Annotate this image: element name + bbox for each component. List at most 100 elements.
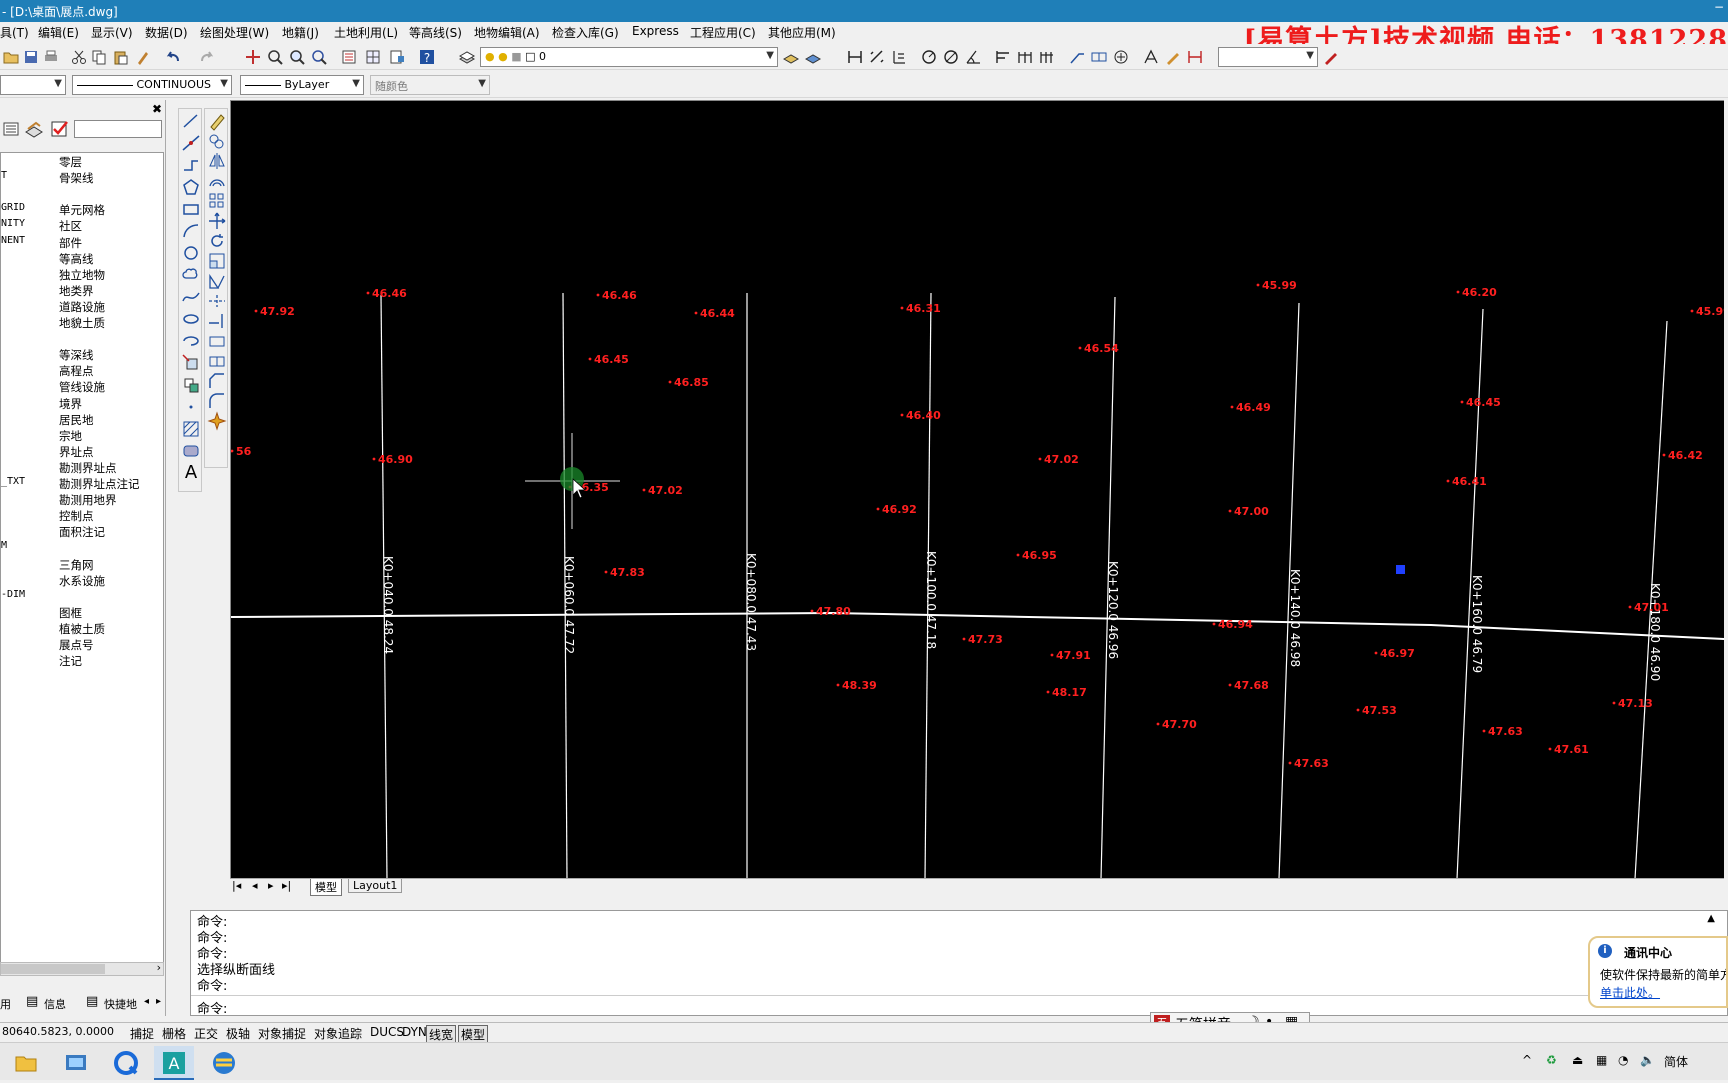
undo-icon[interactable]: [164, 48, 182, 66]
chevron-up-icon[interactable]: ^: [1522, 1053, 1532, 1067]
elevation-point[interactable]: 45.99: [1262, 279, 1297, 292]
layer-row[interactable]: 等高线: [1, 250, 163, 266]
dim-edit-icon[interactable]: [1142, 48, 1160, 66]
elevation-point[interactable]: 46.95: [1022, 549, 1057, 562]
extend-icon[interactable]: [207, 311, 227, 331]
notification-balloon[interactable]: i 通讯中心 使软件保持最新的简单方 单击此处。: [1588, 936, 1728, 1008]
layer-row[interactable]: NITY 社区: [1, 217, 163, 233]
layer-row[interactable]: 独立地物: [1, 266, 163, 282]
chevron-right-icon[interactable]: ›: [157, 961, 161, 974]
elevation-point[interactable]: 47.83: [610, 566, 645, 579]
stretch-icon[interactable]: [207, 271, 227, 291]
elevation-point[interactable]: 46.90: [378, 453, 413, 466]
tab-shortcut[interactable]: 快捷地: [104, 996, 137, 1012]
insert-block-icon[interactable]: [181, 353, 201, 373]
ime-language-indicator[interactable]: 简体: [1664, 1053, 1688, 1070]
layer-row[interactable]: 面积注记: [1, 523, 163, 539]
layer-row[interactable]: NENT 部件: [1, 234, 163, 250]
array-icon[interactable]: [207, 191, 227, 211]
recycle-icon[interactable]: ♻: [1546, 1053, 1557, 1067]
elevation-point[interactable]: 45.99: [1696, 305, 1724, 318]
elevation-point[interactable]: 46.31: [906, 302, 941, 315]
layer-row[interactable]: 图框: [1, 604, 163, 620]
app-icon[interactable]: [204, 1046, 244, 1080]
layer-row[interactable]: 展点号: [1, 636, 163, 652]
layer-row[interactable]: 居民地: [1, 411, 163, 427]
drawing-canvas[interactable]: K0+040.0 48.24 K0+060.0 47.72 K0+080.0 4…: [230, 100, 1724, 878]
zoom-previous-icon[interactable]: [310, 48, 328, 66]
grid-toggle[interactable]: 栅格: [160, 1025, 188, 1042]
layer-row[interactable]: 水系设施: [1, 572, 163, 588]
elevation-point[interactable]: 46.92: [882, 503, 917, 516]
dim-angular-icon[interactable]: [964, 48, 982, 66]
polar-toggle[interactable]: 极轴: [224, 1025, 252, 1042]
offset-icon[interactable]: [207, 171, 227, 191]
menu-tools[interactable]: 具(T): [0, 24, 29, 41]
browser-icon[interactable]: [106, 1046, 146, 1080]
chevron-down-icon[interactable]: ▼: [352, 78, 360, 89]
layer-row[interactable]: M: [1, 539, 163, 555]
scale-icon[interactable]: [207, 251, 227, 271]
layer-dropdown[interactable]: ● ● ■ □ 0 ▼: [480, 47, 778, 67]
ellipse-arc-icon[interactable]: [181, 331, 201, 351]
close-icon[interactable]: ✖: [152, 102, 162, 116]
elevation-point[interactable]: 48.39: [842, 679, 877, 692]
menu-check[interactable]: 检查入库(G): [552, 24, 619, 41]
elevation-point[interactable]: 46.97: [1380, 647, 1415, 660]
dim-ordinate-icon[interactable]: [890, 48, 908, 66]
elevation-point[interactable]: 56: [236, 445, 252, 458]
dim-linear-icon[interactable]: [846, 48, 864, 66]
dim-baseline-icon[interactable]: [994, 48, 1012, 66]
volume-icon[interactable]: 🔈: [1640, 1053, 1655, 1067]
last-tab-icon[interactable]: ▸|: [282, 879, 291, 892]
chevron-right-icon[interactable]: ▸: [156, 996, 161, 1007]
chevron-up-icon[interactable]: ▲: [1707, 913, 1715, 924]
elevation-point[interactable]: 46.46: [372, 287, 407, 300]
layer-row[interactable]: GRID 单元网格: [1, 201, 163, 217]
mirror-icon[interactable]: [207, 151, 227, 171]
layer-row[interactable]: _TXT 勘测界址点注记: [1, 475, 163, 491]
linetype-dropdown[interactable]: CONTINUOUS ▼: [72, 75, 232, 95]
dim-style-icon[interactable]: [1322, 48, 1340, 66]
elevation-point[interactable]: 47.63: [1488, 725, 1523, 738]
layer-row[interactable]: 界址点: [1, 443, 163, 459]
circle-icon[interactable]: [181, 243, 201, 263]
elevation-point[interactable]: 47.73: [968, 633, 1003, 646]
menu-cadastre[interactable]: 地籍(J): [282, 24, 319, 41]
leader-icon[interactable]: [1068, 48, 1086, 66]
elevation-point[interactable]: 47.91: [1056, 649, 1091, 662]
layer-row[interactable]: 三角网: [1, 556, 163, 572]
rotate-icon[interactable]: [207, 231, 227, 251]
ortho-toggle[interactable]: 正交: [192, 1025, 220, 1042]
elevation-point[interactable]: 47.02: [1044, 453, 1079, 466]
window-control-button[interactable]: −: [1714, 0, 1728, 20]
tab-model[interactable]: 模型: [310, 879, 342, 896]
prev-tab-icon[interactable]: ◂: [252, 879, 258, 892]
wifi-icon[interactable]: ◔: [1618, 1053, 1628, 1067]
menu-drawing[interactable]: 绘图处理(W): [200, 24, 269, 41]
construction-line-icon[interactable]: [181, 133, 201, 153]
copy-icon[interactable]: [90, 48, 108, 66]
dim-update-icon[interactable]: [1186, 48, 1204, 66]
chevron-down-icon[interactable]: ▼: [220, 78, 228, 89]
make-current-layer-icon[interactable]: [782, 48, 800, 66]
scroll-thumb[interactable]: [1, 964, 105, 974]
help-icon[interactable]: ?: [418, 48, 436, 66]
elevation-point[interactable]: 46.40: [906, 409, 941, 422]
dim-style-dropdown[interactable]: ▼: [1218, 47, 1318, 67]
menu-feature-edit[interactable]: 地物编辑(A): [474, 24, 540, 41]
layer-filter-input[interactable]: [74, 120, 162, 138]
multiline-text-icon[interactable]: A: [181, 463, 201, 483]
dim-quick-icon[interactable]: [1038, 48, 1056, 66]
layer-row[interactable]: 勘测界址点: [1, 459, 163, 475]
polygon-icon[interactable]: [181, 177, 201, 197]
polyline-icon[interactable]: [181, 155, 201, 175]
layer-state-icon[interactable]: [24, 120, 44, 138]
make-block-icon[interactable]: [181, 375, 201, 395]
line-icon[interactable]: [181, 111, 201, 131]
notify-link[interactable]: 单击此处。: [1600, 984, 1660, 1001]
arc-icon[interactable]: [181, 221, 201, 241]
zoom-window-icon[interactable]: [288, 48, 306, 66]
spline-icon[interactable]: [181, 287, 201, 307]
layer-row[interactable]: 控制点: [1, 507, 163, 523]
